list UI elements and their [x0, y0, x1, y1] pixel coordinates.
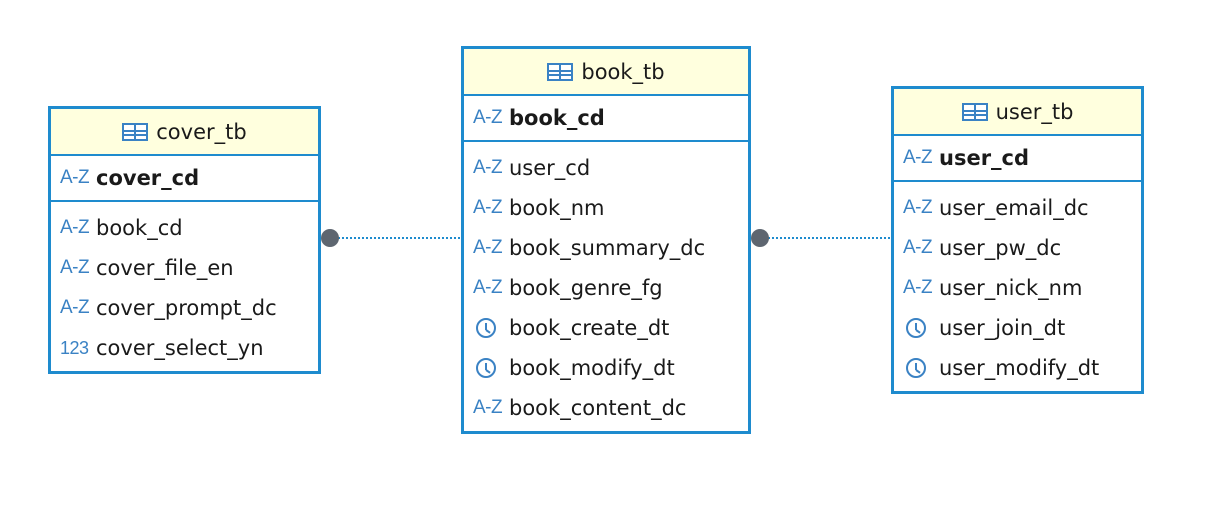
text-type-icon: A-Z: [473, 237, 503, 258]
column-row[interactable]: A-Z book_genre_fg: [464, 268, 748, 308]
column-row[interactable]: A-Z cover_file_en: [51, 248, 318, 288]
datetime-type-icon: [473, 318, 509, 338]
column-name: book_genre_fg: [509, 276, 663, 300]
datetime-type-icon: [473, 358, 509, 378]
column-name: book_create_dt: [509, 316, 670, 340]
column-row[interactable]: A-Z user_pw_dc: [894, 228, 1141, 268]
column-name: cover_cd: [96, 166, 200, 190]
entity-title: user_tb: [995, 99, 1074, 124]
er-diagram-canvas: cover_tb A-Z cover_cd A-Z book_cd A-Z co…: [0, 0, 1229, 509]
entity-book-tb[interactable]: book_tb A-Z book_cd A-Z user_cd A-Z book…: [461, 46, 751, 434]
column-row[interactable]: A-Z user_cd: [464, 148, 748, 188]
column-name: user_modify_dt: [939, 356, 1100, 380]
column-name: book_content_dc: [509, 396, 687, 420]
column-row[interactable]: A-Z book_content_dc: [464, 388, 748, 428]
primary-key-row[interactable]: A-Z cover_cd: [51, 156, 318, 202]
column-row[interactable]: A-Z book_nm: [464, 188, 748, 228]
text-type-icon: A-Z: [473, 107, 503, 128]
column-row[interactable]: book_create_dt: [464, 308, 748, 348]
column-list: A-Z user_email_dc A-Z user_pw_dc A-Z use…: [894, 182, 1141, 388]
table-icon: [122, 122, 149, 141]
column-row[interactable]: A-Z user_nick_nm: [894, 268, 1141, 308]
datetime-type-icon: [903, 318, 939, 338]
column-name: book_cd: [509, 106, 605, 130]
column-row[interactable]: A-Z book_cd: [51, 208, 318, 248]
column-row[interactable]: user_modify_dt: [894, 348, 1141, 388]
text-type-icon: A-Z: [903, 147, 933, 168]
text-type-icon: A-Z: [60, 297, 90, 318]
column-name: book_nm: [509, 196, 605, 220]
column-name: user_pw_dc: [939, 236, 1062, 260]
text-type-icon: A-Z: [60, 257, 90, 278]
relationship-dot-cover-book[interactable]: [321, 229, 339, 247]
number-type-icon: 123: [60, 337, 89, 358]
column-row[interactable]: A-Z book_summary_dc: [464, 228, 748, 268]
column-name: book_modify_dt: [509, 356, 675, 380]
datetime-type-icon: [903, 358, 939, 378]
entity-header[interactable]: cover_tb: [51, 109, 318, 156]
text-type-icon: A-Z: [903, 237, 933, 258]
entity-header[interactable]: user_tb: [894, 89, 1141, 136]
column-row[interactable]: A-Z user_email_dc: [894, 188, 1141, 228]
entity-header[interactable]: book_tb: [464, 49, 748, 96]
column-name: user_nick_nm: [939, 276, 1083, 300]
text-type-icon: A-Z: [60, 217, 90, 238]
column-list: A-Z book_cd A-Z cover_file_en A-Z cover_…: [51, 202, 318, 368]
column-row[interactable]: A-Z cover_prompt_dc: [51, 288, 318, 328]
column-row[interactable]: book_modify_dt: [464, 348, 748, 388]
clock-icon: [906, 318, 926, 338]
text-type-icon: A-Z: [903, 197, 933, 218]
column-list: A-Z user_cd A-Z book_nm A-Z book_summary…: [464, 142, 748, 428]
clock-icon: [906, 358, 926, 378]
entity-cover-tb[interactable]: cover_tb A-Z cover_cd A-Z book_cd A-Z co…: [48, 106, 321, 374]
table-icon: [547, 62, 574, 81]
column-name: book_summary_dc: [509, 236, 706, 260]
entity-user-tb[interactable]: user_tb A-Z user_cd A-Z user_email_dc A-…: [891, 86, 1144, 394]
column-name: user_email_dc: [939, 196, 1089, 220]
text-type-icon: A-Z: [60, 167, 90, 188]
text-type-icon: A-Z: [473, 277, 503, 298]
column-name: user_cd: [939, 146, 1030, 170]
entity-title: cover_tb: [156, 119, 247, 144]
column-name: cover_prompt_dc: [96, 296, 277, 320]
clock-icon: [476, 358, 496, 378]
entity-title: book_tb: [581, 59, 665, 84]
text-type-icon: A-Z: [903, 277, 933, 298]
primary-key-row[interactable]: A-Z book_cd: [464, 96, 748, 142]
table-icon: [961, 102, 988, 121]
text-type-icon: A-Z: [473, 157, 503, 178]
column-name: cover_select_yn: [96, 336, 264, 360]
text-type-icon: A-Z: [473, 197, 503, 218]
column-row[interactable]: 123 cover_select_yn: [51, 328, 318, 368]
column-name: cover_file_en: [96, 256, 234, 280]
column-name: user_cd: [509, 156, 591, 180]
column-row[interactable]: user_join_dt: [894, 308, 1141, 348]
column-name: user_join_dt: [939, 316, 1066, 340]
primary-key-row[interactable]: A-Z user_cd: [894, 136, 1141, 182]
text-type-icon: A-Z: [473, 397, 503, 418]
relationship-dot-book-user[interactable]: [751, 229, 769, 247]
clock-icon: [476, 318, 496, 338]
column-name: book_cd: [96, 216, 183, 240]
